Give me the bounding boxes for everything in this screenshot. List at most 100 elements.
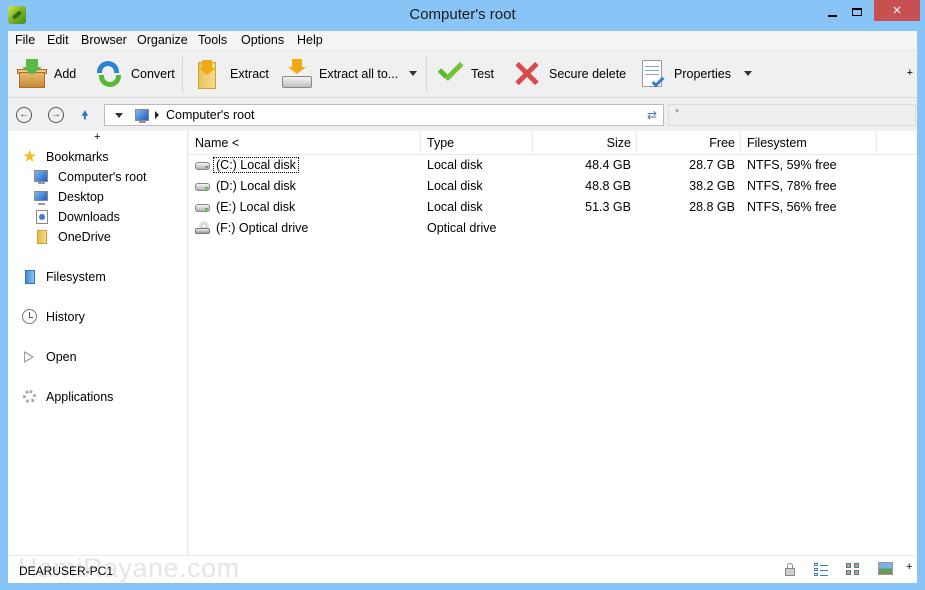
maximize-icon — [852, 7, 862, 16]
maximize-button[interactable] — [843, 0, 871, 21]
column-header-type[interactable]: Type — [421, 131, 533, 154]
column-header-filesystem[interactable]: Filesystem — [741, 131, 877, 154]
details-view-icon[interactable] — [814, 562, 828, 576]
secure-delete-button[interactable]: Secure delete — [511, 57, 626, 91]
menu-organize[interactable]: Organize — [137, 33, 188, 47]
section-label: Filesystem — [46, 270, 106, 284]
cell-name: (D:) Local disk — [216, 179, 296, 193]
cell-name: (C:) Local disk — [213, 157, 299, 173]
bookmarks-label: Bookmarks — [46, 150, 109, 164]
menu-edit[interactable]: Edit — [47, 33, 69, 47]
sidebar: + ★ Bookmarks Computer's root Desktop Do… — [8, 131, 188, 555]
cell-filesystem: NTFS, 56% free — [747, 200, 837, 214]
extract-all-dropdown-icon[interactable] — [409, 71, 417, 76]
test-button[interactable]: Test — [435, 57, 494, 91]
status-bar: HamiRayane.com DEARUSER-PC1 + — [8, 553, 917, 583]
extract-all-label: Extract all to... — [319, 67, 399, 81]
star-icon: ★ — [22, 147, 38, 166]
hard-drive-icon — [195, 183, 210, 191]
lock-icon[interactable] — [783, 562, 797, 576]
thumbnail-view-icon[interactable] — [878, 562, 893, 575]
status-customize-button[interactable]: + — [906, 561, 912, 573]
bookmark-downloads[interactable]: Downloads — [34, 209, 120, 225]
checkmark-icon — [435, 58, 467, 90]
menu-file[interactable]: File — [15, 33, 35, 47]
close-button[interactable]: × — [874, 0, 920, 21]
extract-button[interactable]: Extract — [194, 57, 269, 91]
cell-type: Local disk — [427, 200, 483, 214]
menu-tools[interactable]: Tools — [198, 33, 227, 47]
sidebar-history[interactable]: History — [22, 309, 85, 325]
icons-view-icon[interactable] — [846, 562, 860, 576]
column-header-size[interactable]: Size — [533, 131, 637, 154]
optical-drive-icon — [195, 221, 210, 235]
sidebar-open[interactable]: Open — [22, 349, 77, 365]
filter-input[interactable]: * — [668, 104, 916, 126]
file-list: Name < Type Size Free Filesystem (C:) Lo… — [189, 131, 917, 555]
bookmark-desktop[interactable]: Desktop — [34, 189, 104, 205]
bookmark-computers-root[interactable]: Computer's root — [34, 169, 147, 185]
minimize-icon — [827, 14, 837, 17]
menu-bar: File Edit Browser Organize Tools Options… — [8, 31, 917, 50]
toolbar-separator — [426, 57, 427, 93]
cell-free: 28.7 GB — [689, 158, 735, 172]
cell-size: 48.4 GB — [585, 158, 631, 172]
toolbar: Add Convert Extract Extract all to... Te… — [8, 50, 917, 97]
extract-all-button[interactable]: Extract all to... — [281, 57, 398, 91]
computer-icon — [135, 109, 149, 123]
convert-label: Convert — [131, 67, 175, 81]
properties-dropdown-icon[interactable] — [744, 71, 752, 76]
folder-icon — [34, 229, 50, 245]
convert-button[interactable]: Convert — [93, 57, 175, 91]
sidebar-bookmarks[interactable]: ★ Bookmarks — [22, 147, 109, 166]
bookmark-onedrive[interactable]: OneDrive — [34, 229, 111, 245]
forward-button[interactable]: → — [48, 107, 64, 123]
menu-browser[interactable]: Browser — [81, 33, 127, 47]
section-label: Open — [46, 350, 77, 364]
add-button[interactable]: Add — [16, 57, 76, 91]
up-button[interactable]: 🠝 — [81, 106, 89, 127]
menu-options[interactable]: Options — [241, 33, 284, 47]
table-row[interactable]: (D:) Local disk Local disk 48.8 GB 38.2 … — [189, 176, 917, 197]
cell-name: (E:) Local disk — [216, 200, 296, 214]
minimize-button[interactable] — [818, 0, 846, 21]
title-bar: Computer's root × — [0, 0, 925, 30]
back-button[interactable]: ← — [16, 107, 32, 123]
sidebar-applications[interactable]: Applications — [22, 389, 113, 405]
section-label: History — [46, 310, 85, 324]
delete-x-icon — [511, 58, 543, 90]
cell-free: 28.8 GB — [689, 200, 735, 214]
menu-help[interactable]: Help — [297, 33, 323, 47]
history-dropdown-icon[interactable] — [115, 113, 123, 118]
client-area: File Edit Browser Organize Tools Options… — [8, 31, 917, 583]
play-icon — [22, 349, 38, 365]
breadcrumb-path[interactable]: Computer's root — [166, 108, 255, 122]
computer-icon — [34, 169, 50, 185]
bookmark-label: OneDrive — [58, 230, 111, 244]
table-row[interactable]: (C:) Local disk Local disk 48.4 GB 28.7 … — [189, 155, 917, 176]
clock-icon — [22, 309, 38, 325]
toolbar-separator — [182, 57, 183, 93]
extract-folder-icon — [194, 58, 226, 90]
table-row[interactable]: (E:) Local disk Local disk 51.3 GB 28.8 … — [189, 197, 917, 218]
breadcrumb-arrow-icon[interactable] — [155, 111, 159, 119]
bookmark-label: Computer's root — [58, 170, 147, 184]
cell-filesystem: NTFS, 59% free — [747, 158, 837, 172]
bookmark-label: Desktop — [58, 190, 104, 204]
hard-drive-icon — [195, 204, 210, 212]
cell-name: (F:) Optical drive — [216, 221, 309, 235]
properties-button[interactable]: Properties — [636, 57, 731, 91]
properties-label: Properties — [674, 67, 731, 81]
path-field[interactable]: Computer's root ⇄ — [104, 104, 664, 126]
table-row[interactable]: (F:) Optical drive Optical drive — [189, 218, 917, 239]
cell-free: 38.2 GB — [689, 179, 735, 193]
toolbar-customize-button[interactable]: + — [907, 67, 913, 79]
sidebar-filesystem[interactable]: Filesystem — [22, 269, 106, 285]
column-header-free[interactable]: Free — [637, 131, 741, 154]
extract-label: Extract — [230, 67, 269, 81]
refresh-icon[interactable]: ⇄ — [647, 108, 657, 122]
cell-size: 48.8 GB — [585, 179, 631, 193]
cell-filesystem: NTFS, 78% free — [747, 179, 837, 193]
add-bookmark-button[interactable]: + — [94, 131, 100, 143]
column-header-name[interactable]: Name < — [189, 131, 421, 154]
